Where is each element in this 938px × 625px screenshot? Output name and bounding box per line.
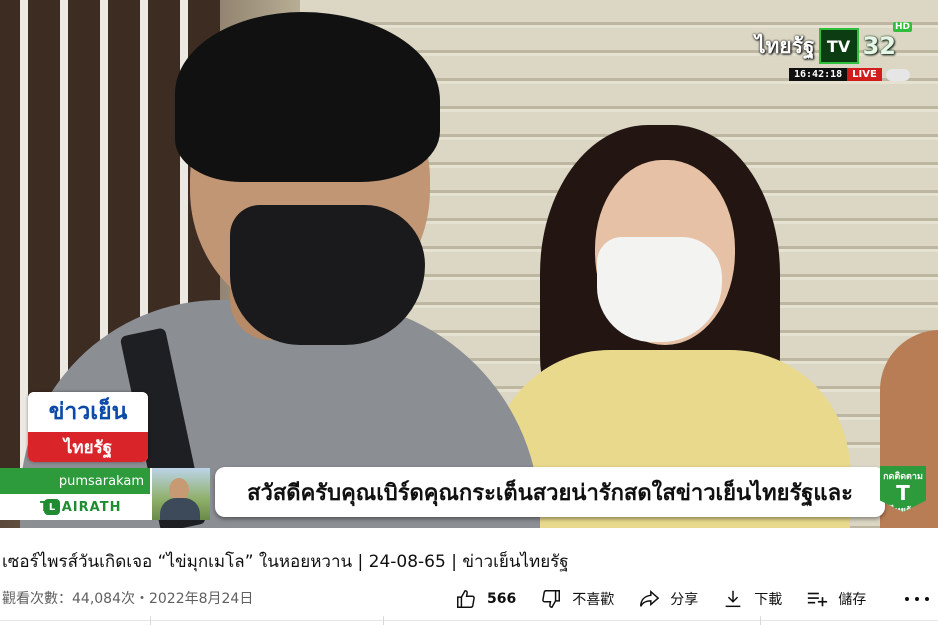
line-app-icon: L [44, 499, 60, 515]
video-view-count: 觀看次數：44,084次・2022年8月24日 [2, 591, 254, 607]
live-clock: 16:42:18 LIVE [789, 68, 910, 81]
playlist-add-icon [808, 592, 828, 607]
dislike-label: 不喜歡 [572, 592, 615, 608]
channel-logo-tv: TV [818, 28, 859, 64]
channel-logo-name: ไทยรัฐ [755, 33, 815, 58]
divider-tick [760, 616, 761, 625]
download-icon [725, 590, 741, 608]
clock-time: 16:42:18 [789, 68, 848, 81]
more-horizontal-icon [905, 597, 909, 601]
video-person-man-mask [230, 205, 425, 345]
live-badge: LIVE [847, 68, 882, 81]
video-player[interactable]: ไทยรัฐ TV 32 HD 16:42:18 LIVE ข่าวเย็น ไ… [0, 0, 938, 528]
channel-logo-number: 32 [862, 32, 896, 60]
download-label: 下載 [754, 592, 783, 608]
subtitle-text: สวัสดีครับคุณเบิร์ดคุณกระเต็นสวยน่ารักสด… [247, 480, 853, 506]
reporter-name: pumsarakam [0, 468, 150, 494]
dislike-button[interactable]: 不喜歡 [540, 588, 614, 610]
more-horizontal-icon [925, 597, 929, 601]
program-badge: ข่าวเย็น ไทยรัฐ [28, 392, 148, 462]
share-arrow-icon [640, 590, 660, 607]
divider-tick [383, 616, 384, 625]
program-badge-bottom: ไทยรัฐ [28, 432, 148, 462]
thairath-t-icon: T [896, 481, 910, 505]
video-person-man-hair [175, 12, 440, 182]
video-background-rail [20, 0, 28, 470]
hd-badge: HD [893, 22, 913, 32]
share-button[interactable]: 分享 [638, 588, 698, 610]
subtitle-bar: สวัสดีครับคุณเบิร์ดคุณกระเต็นสวยน่ารักสด… [215, 467, 885, 517]
divider [0, 620, 938, 621]
download-button[interactable]: 下載 [722, 588, 782, 610]
like-count: 566 [487, 591, 517, 607]
more-actions-button[interactable] [905, 590, 929, 608]
program-badge-top: ข่าวเย็น [28, 392, 148, 432]
reporter-photo [150, 468, 210, 520]
video-title: เซอร์ไพรส์วันเกิดเจอ “ไข่มุกเมโล” ในหอยห… [2, 552, 569, 572]
reporter-brand: THAIRATH [0, 494, 150, 520]
reporter-photo-body [160, 498, 200, 520]
share-label: 分享 [670, 592, 699, 608]
reporter-tag: pumsarakam THAIRATH L [0, 468, 210, 524]
like-button[interactable]: 566 [455, 588, 516, 610]
channel-logo: ไทยรัฐ TV 32 [755, 28, 896, 64]
video-actions: 566 不喜歡 分享 下載 儲存 [455, 586, 890, 612]
thumbs-up-icon [457, 590, 475, 608]
thumbs-down-icon [542, 590, 561, 608]
live-indicator-icon [885, 68, 910, 81]
save-label: 儲存 [838, 592, 867, 608]
more-horizontal-icon [915, 597, 919, 601]
save-button[interactable]: 儲存 [806, 588, 866, 610]
divider-tick [150, 616, 151, 625]
